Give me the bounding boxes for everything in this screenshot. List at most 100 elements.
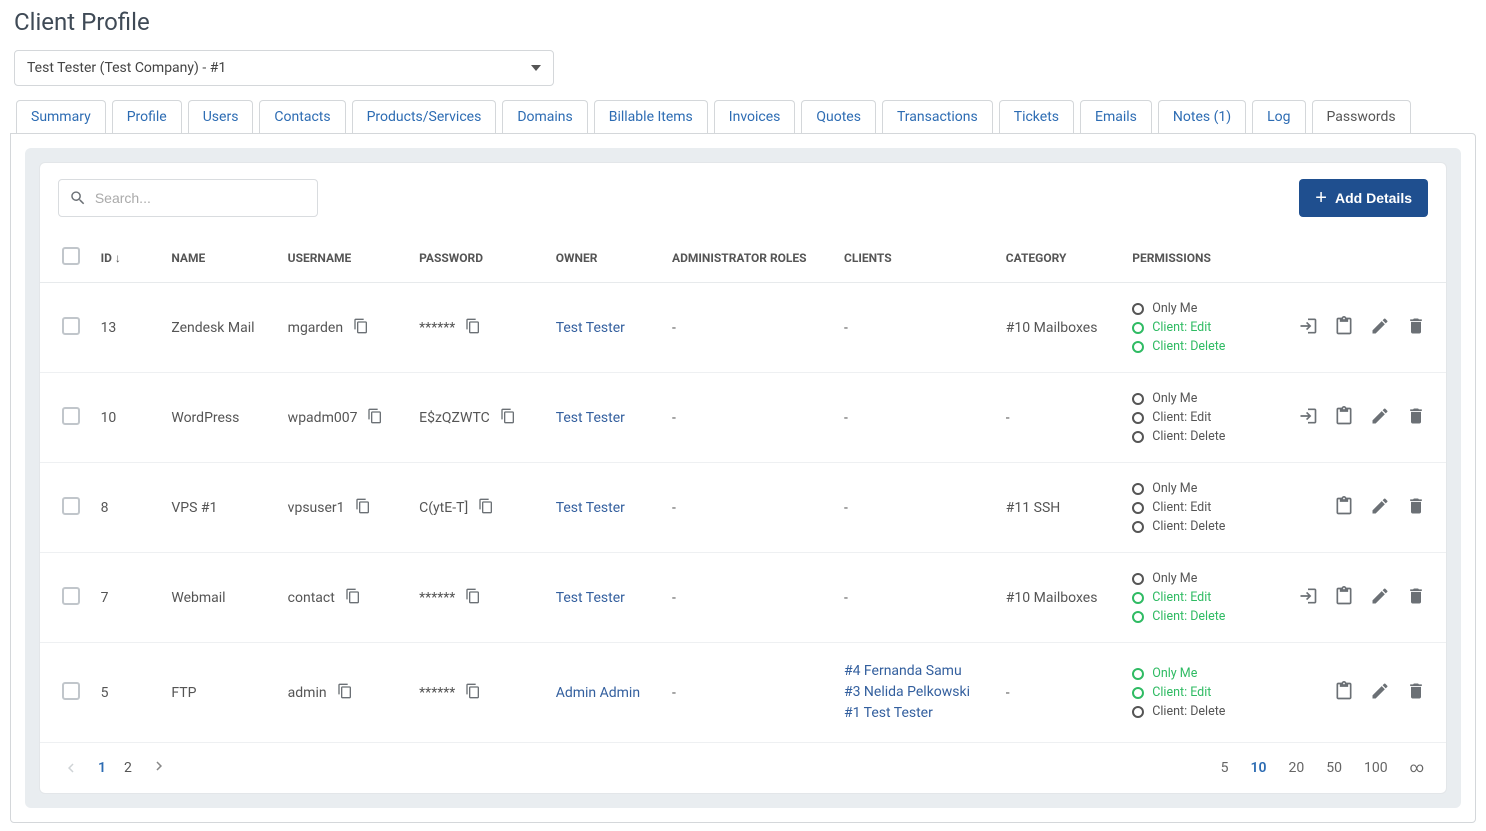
page-size-option[interactable]: ∞: [1410, 760, 1424, 776]
cell-id: 7: [91, 553, 162, 643]
clipboard-icon[interactable]: [1334, 681, 1354, 705]
permission-item: Client: Edit: [1132, 590, 1264, 605]
page-number[interactable]: 1: [98, 760, 106, 776]
tab-emails[interactable]: Emails: [1080, 100, 1152, 133]
edit-icon[interactable]: [1370, 586, 1390, 610]
prev-page-icon[interactable]: [62, 759, 80, 777]
copy-icon[interactable]: [355, 498, 371, 518]
search-input[interactable]: [95, 190, 307, 206]
login-icon[interactable]: [1298, 316, 1318, 340]
delete-icon[interactable]: [1406, 316, 1426, 340]
clipboard-icon[interactable]: [1334, 586, 1354, 610]
circle-icon: [1132, 611, 1144, 623]
permission-item: Client: Delete: [1132, 704, 1264, 719]
clipboard-icon[interactable]: [1334, 496, 1354, 520]
tab-summary[interactable]: Summary: [16, 100, 106, 133]
th-owner[interactable]: OWNER: [546, 233, 662, 283]
th-name[interactable]: NAME: [161, 233, 277, 283]
page-number[interactable]: 2: [124, 760, 132, 776]
tab-tickets[interactable]: Tickets: [999, 100, 1074, 133]
select-all-checkbox[interactable]: [62, 247, 80, 265]
row-checkbox[interactable]: [62, 407, 80, 425]
circle-icon: [1132, 668, 1144, 680]
table-row: 5FTPadmin******Admin Admin-#4 Fernanda S…: [40, 643, 1446, 743]
cell-roles: -: [662, 553, 834, 643]
delete-icon[interactable]: [1406, 586, 1426, 610]
permission-item: Client: Delete: [1132, 339, 1264, 354]
cell-name: FTP: [161, 643, 277, 743]
client-link[interactable]: #3 Nelida Pelkowski: [844, 682, 986, 703]
delete-icon[interactable]: [1406, 406, 1426, 430]
copy-icon[interactable]: [500, 408, 516, 428]
th-roles[interactable]: ADMINISTRATOR ROLES: [662, 233, 834, 283]
tab-quotes[interactable]: Quotes: [801, 100, 876, 133]
cell-roles: -: [662, 643, 834, 743]
owner-link[interactable]: Admin Admin: [556, 685, 640, 701]
login-icon[interactable]: [1298, 406, 1318, 430]
page-size-option[interactable]: 20: [1288, 760, 1304, 776]
copy-icon[interactable]: [465, 683, 481, 703]
th-password[interactable]: PASSWORD: [409, 233, 546, 283]
owner-link[interactable]: Test Tester: [556, 320, 625, 336]
tab-transactions[interactable]: Transactions: [882, 100, 993, 133]
tab-passwords[interactable]: Passwords: [1312, 100, 1411, 133]
row-checkbox[interactable]: [62, 682, 80, 700]
copy-icon[interactable]: [465, 588, 481, 608]
edit-icon[interactable]: [1370, 496, 1390, 520]
page-size-option[interactable]: 5: [1221, 760, 1229, 776]
tab-billable-items[interactable]: Billable Items: [594, 100, 708, 133]
th-category[interactable]: CATEGORY: [996, 233, 1122, 283]
row-checkbox[interactable]: [62, 317, 80, 335]
owner-link[interactable]: Test Tester: [556, 500, 625, 516]
next-page-icon[interactable]: [150, 757, 168, 779]
tab-invoices[interactable]: Invoices: [714, 100, 796, 133]
tab-profile[interactable]: Profile: [112, 100, 182, 133]
permission-item: Only Me: [1132, 666, 1264, 681]
login-icon[interactable]: [1298, 586, 1318, 610]
clipboard-icon[interactable]: [1334, 316, 1354, 340]
delete-icon[interactable]: [1406, 496, 1426, 520]
tab-domains[interactable]: Domains: [502, 100, 587, 133]
page-size-option[interactable]: 100: [1364, 760, 1388, 776]
copy-icon[interactable]: [478, 498, 494, 518]
tab-notes-1-[interactable]: Notes (1): [1158, 100, 1246, 133]
copy-icon[interactable]: [345, 588, 361, 608]
page-size-option[interactable]: 50: [1326, 760, 1342, 776]
cell-name: WordPress: [161, 373, 277, 463]
th-permissions[interactable]: PERMISSIONS: [1122, 233, 1274, 283]
permission-item: Only Me: [1132, 481, 1264, 496]
permission-item: Client: Edit: [1132, 320, 1264, 335]
edit-icon[interactable]: [1370, 681, 1390, 705]
edit-icon[interactable]: [1370, 316, 1390, 340]
table-row: 8VPS #1vpsuser1C(ytE-T]Test Tester--#11 …: [40, 463, 1446, 553]
tab-contacts[interactable]: Contacts: [259, 100, 345, 133]
tab-log[interactable]: Log: [1252, 100, 1305, 133]
search-input-wrapper[interactable]: [58, 179, 318, 217]
copy-icon[interactable]: [465, 318, 481, 338]
tab-products-services[interactable]: Products/Services: [352, 100, 497, 133]
client-link[interactable]: #1 Test Tester: [844, 703, 986, 724]
circle-icon: [1132, 706, 1144, 718]
add-details-button[interactable]: + Add Details: [1299, 179, 1428, 217]
th-username[interactable]: USERNAME: [278, 233, 409, 283]
client-link[interactable]: #4 Fernanda Samu: [844, 661, 986, 682]
cell-username: admin: [288, 685, 327, 701]
clipboard-icon[interactable]: [1334, 406, 1354, 430]
chevron-down-icon: [531, 65, 541, 71]
row-checkbox[interactable]: [62, 497, 80, 515]
th-clients[interactable]: CLIENTS: [834, 233, 996, 283]
row-checkbox[interactable]: [62, 587, 80, 605]
owner-link[interactable]: Test Tester: [556, 590, 625, 606]
copy-icon[interactable]: [337, 683, 353, 703]
client-selector[interactable]: Test Tester (Test Company) - #1: [14, 50, 554, 86]
tab-users[interactable]: Users: [188, 100, 254, 133]
cell-roles: -: [662, 283, 834, 373]
edit-icon[interactable]: [1370, 406, 1390, 430]
th-id[interactable]: ID ↓: [91, 233, 162, 283]
copy-icon[interactable]: [353, 318, 369, 338]
page-size-option[interactable]: 10: [1250, 760, 1266, 776]
delete-icon[interactable]: [1406, 681, 1426, 705]
permission-item: Client: Delete: [1132, 519, 1264, 534]
copy-icon[interactable]: [367, 408, 383, 428]
owner-link[interactable]: Test Tester: [556, 410, 625, 426]
